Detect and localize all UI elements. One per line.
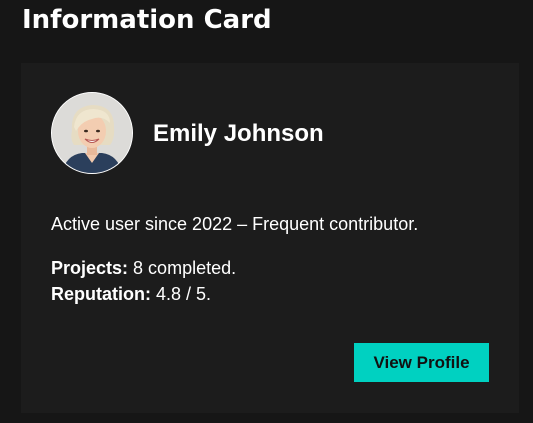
stat-projects: Projects: 8 completed.	[51, 255, 236, 281]
information-card: Emily Johnson Active user since 2022 – F…	[21, 63, 519, 413]
user-stats: Projects: 8 completed. Reputation: 4.8 /…	[51, 255, 236, 307]
stat-label-projects: Projects:	[51, 258, 129, 278]
view-profile-button[interactable]: View Profile	[354, 343, 489, 382]
stat-value-reputation: 4.8 / 5.	[156, 284, 212, 304]
avatar	[51, 92, 133, 174]
stat-reputation: Reputation: 4.8 / 5.	[51, 281, 236, 307]
page-title: Information Card	[22, 5, 272, 35]
stat-label-reputation: Reputation:	[51, 284, 151, 304]
stat-value-projects: 8 completed.	[133, 258, 237, 278]
user-description: Active user since 2022 – Frequent contri…	[51, 214, 419, 234]
user-portrait-icon	[52, 93, 132, 173]
user-name: Emily Johnson	[153, 120, 324, 147]
